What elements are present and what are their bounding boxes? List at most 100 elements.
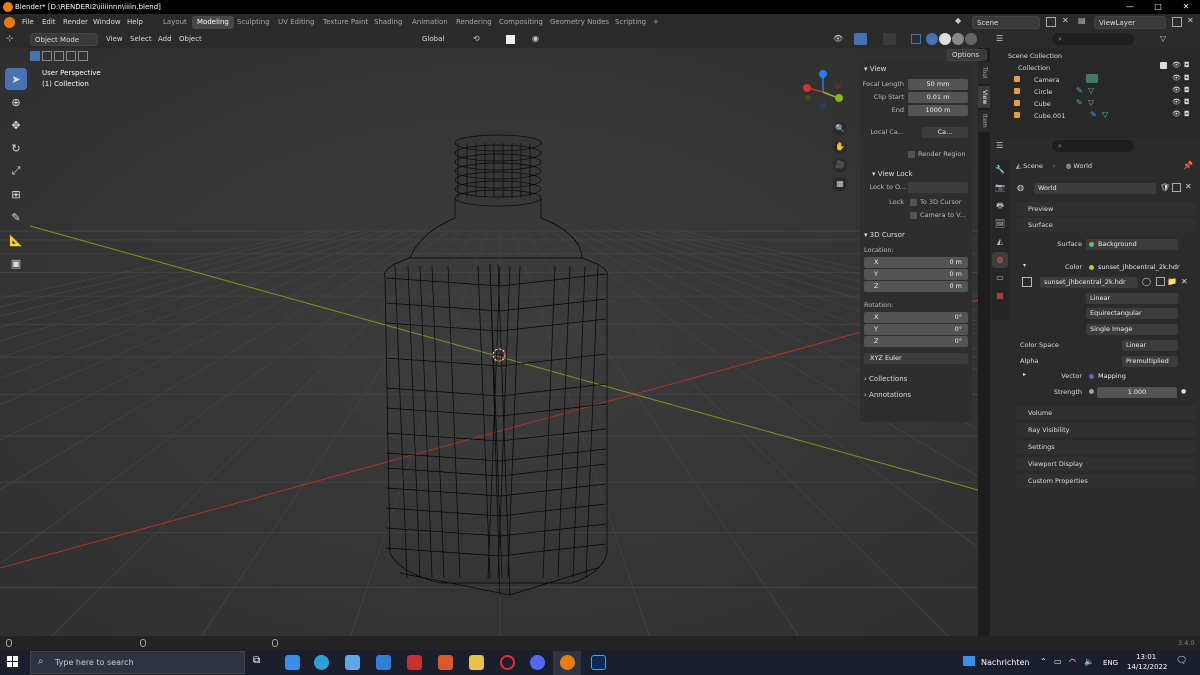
tab-rendering[interactable]: Rendering xyxy=(451,16,497,29)
wifi-icon[interactable]: ◠ xyxy=(1069,657,1076,666)
solid-shading-icon[interactable] xyxy=(939,33,951,45)
edge-icon[interactable] xyxy=(314,655,329,670)
clip-start-field[interactable]: 0.01 m xyxy=(908,92,968,103)
camera-view-icon[interactable]: 🎥 xyxy=(833,158,847,172)
menu-edit[interactable]: Edit xyxy=(42,18,56,26)
collection-render-icon[interactable]: ◘ xyxy=(1184,61,1190,69)
transform-tool-icon[interactable]: ⊞ xyxy=(5,183,27,205)
proportional-edit-icon[interactable]: ◉ xyxy=(532,34,539,43)
blender-menu-icon[interactable] xyxy=(4,17,15,28)
windows-start-icon[interactable] xyxy=(7,656,19,668)
clock-time[interactable]: 13:01 xyxy=(1136,653,1156,661)
interpolation-dropdown[interactable]: Linear xyxy=(1086,293,1178,304)
menu-window[interactable]: Window xyxy=(93,18,121,26)
properties-editor-icon[interactable]: ☰ xyxy=(996,141,1003,150)
mode-selector[interactable]: Object Mode xyxy=(30,33,98,46)
outliner-item-circle[interactable]: Circle xyxy=(990,86,1200,98)
strength-field[interactable]: 1.000 xyxy=(1097,387,1177,398)
collapse-node-icon[interactable]: ▾ xyxy=(1023,262,1026,269)
ray-visibility-panel-header[interactable]: Ray Visibility xyxy=(1016,423,1196,437)
material-shading-icon[interactable] xyxy=(952,33,964,45)
image-source-dropdown[interactable]: Single Image xyxy=(1086,324,1178,335)
tray-chevron-icon[interactable]: ⌃ xyxy=(1040,657,1047,666)
add-workspace-button[interactable]: + xyxy=(648,16,664,29)
image-duplicate-icon[interactable] xyxy=(1156,277,1165,286)
settings-panel-header[interactable]: Settings xyxy=(1016,440,1196,454)
ortho-grid-icon[interactable]: ▦ xyxy=(833,177,847,191)
alpha-dropdown[interactable]: Premultiplied xyxy=(1122,356,1178,367)
lock-to-cursor-option[interactable]: To 3D Cursor xyxy=(910,196,961,209)
navigation-gizmo[interactable] xyxy=(800,68,846,114)
outliner-search-input[interactable]: ⌕ xyxy=(1052,33,1134,45)
cursor-tool-icon[interactable]: ⊕ xyxy=(5,91,27,113)
outliner-editor-icon[interactable]: ☰ xyxy=(996,34,1003,43)
taskbar-search-input[interactable]: Type here to search xyxy=(30,651,245,674)
rotate-tool-icon[interactable]: ↻ xyxy=(5,137,27,159)
lock-to-object-field[interactable] xyxy=(908,182,968,193)
blender-taskbar-icon[interactable] xyxy=(560,655,575,670)
xray-icon[interactable] xyxy=(911,34,921,44)
discord-icon[interactable] xyxy=(530,655,545,670)
minimize-button[interactable]: — xyxy=(1116,0,1144,14)
view-layer-properties-icon[interactable]: 🖼 xyxy=(992,216,1008,232)
volume-icon[interactable]: 🔈 xyxy=(1084,657,1094,666)
collection-visibility-icon[interactable]: 👁 xyxy=(1172,61,1181,69)
projection-dropdown[interactable]: Equirectangular xyxy=(1086,308,1178,319)
image-fake-user-icon[interactable]: ◯ xyxy=(1142,277,1151,286)
annotations-panel-header[interactable]: › Annotations xyxy=(860,388,972,402)
file-explorer-icon[interactable] xyxy=(469,655,484,670)
tab-item[interactable]: Item xyxy=(978,110,990,132)
texture-properties-icon[interactable]: ▦ xyxy=(992,288,1008,304)
close-button[interactable]: ✕ xyxy=(1172,0,1200,14)
collection-row[interactable]: Collection xyxy=(990,62,1200,74)
volume-panel-header[interactable]: Volume xyxy=(1016,406,1196,420)
preview-panel-header[interactable]: Preview xyxy=(1016,202,1196,216)
menu-select[interactable]: Select xyxy=(126,33,156,46)
scene-properties-icon[interactable]: ◭ xyxy=(992,234,1008,250)
transform-orientation-selector[interactable]: Global xyxy=(418,33,468,46)
camera-render-icon[interactable]: ◘ xyxy=(1184,74,1190,82)
camera-visibility-icon[interactable]: 👁 xyxy=(1172,74,1181,82)
world-browse-icon[interactable]: ◍ xyxy=(1017,183,1024,192)
snap-icon[interactable] xyxy=(506,35,515,44)
focal-length-field[interactable]: 50 mm xyxy=(908,79,968,90)
delete-viewlayer-icon[interactable]: ✕ xyxy=(1187,16,1194,25)
menu-file[interactable]: File xyxy=(22,18,34,26)
cube001-visibility-icon[interactable]: 👁 xyxy=(1172,110,1181,118)
breadcrumb-scene[interactable]: Scene xyxy=(1023,162,1043,170)
news-label[interactable]: Nachrichten xyxy=(981,658,1029,667)
select-mode-intersect-icon[interactable] xyxy=(78,51,88,61)
onedrive-icon[interactable] xyxy=(285,655,300,670)
to-3d-cursor-checkbox[interactable] xyxy=(910,198,917,206)
color-space-dropdown[interactable]: Linear xyxy=(1122,340,1178,351)
vector-input-field[interactable]: Mapping xyxy=(1086,371,1178,382)
rotation-z-field[interactable]: Z 0° xyxy=(864,336,968,347)
clock-date[interactable]: 14/12/2022 xyxy=(1127,663,1167,671)
view-panel-header[interactable]: ▾ View xyxy=(860,62,972,76)
tab-layout[interactable]: Layout xyxy=(158,16,192,29)
menu-view[interactable]: View xyxy=(102,33,127,46)
viewlayer-selector[interactable]: ViewLayer xyxy=(1094,16,1166,29)
tab-tool[interactable]: Tool xyxy=(978,62,990,84)
world-properties-icon[interactable]: ◍ xyxy=(992,252,1008,268)
tab-sculpting[interactable]: Sculpting xyxy=(232,16,275,29)
mail-icon[interactable] xyxy=(376,655,391,670)
breadcrumb-world[interactable]: World xyxy=(1073,162,1092,170)
scale-tool-icon[interactable]: ⤢ xyxy=(5,160,27,182)
location-y-field[interactable]: Y 0 m xyxy=(864,269,968,280)
new-viewlayer-icon[interactable] xyxy=(1172,17,1182,27)
location-x-field[interactable]: X 0 m xyxy=(864,257,968,268)
menu-add[interactable]: Add xyxy=(154,33,176,46)
network-icon[interactable]: ▭ xyxy=(1054,657,1062,666)
zoom-icon[interactable]: 🔍 xyxy=(833,122,847,136)
filter-icon[interactable]: ▽ xyxy=(1160,34,1166,43)
select-tool-icon[interactable]: ➤ xyxy=(5,68,27,90)
camera-to-view-checkbox[interactable] xyxy=(910,211,917,219)
circle-visibility-icon[interactable]: 👁 xyxy=(1172,86,1181,94)
gizmo-toggle-icon[interactable] xyxy=(854,33,867,45)
scene-collection-row[interactable]: Scene Collection xyxy=(990,50,1200,62)
tab-geometry-nodes[interactable]: Geometry Nodes xyxy=(545,16,614,29)
tool-properties-icon[interactable]: 🔧 xyxy=(992,162,1008,178)
keyframe-icon[interactable]: ● xyxy=(1181,388,1186,395)
maximize-button[interactable]: □ xyxy=(1144,0,1172,14)
